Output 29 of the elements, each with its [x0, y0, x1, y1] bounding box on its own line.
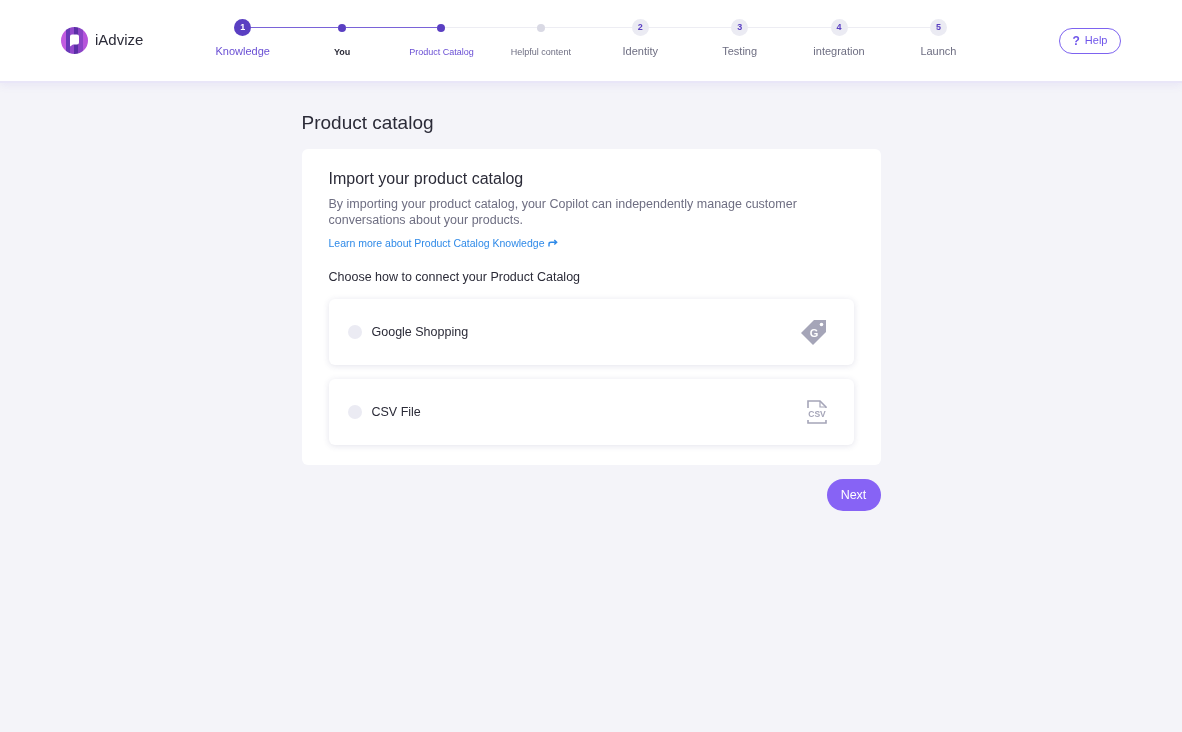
- connection-option[interactable]: Google Shopping G: [328, 299, 854, 365]
- brand-name: iAdvize: [95, 30, 144, 51]
- learn-more-link[interactable]: Learn more about Product Catalog Knowledge: [328, 236, 559, 250]
- options-heading: Choose how to connect your Product Catalog: [328, 269, 582, 286]
- step-label: Identity: [622, 43, 658, 59]
- logo-icon: [61, 27, 88, 54]
- step-label: integration: [813, 43, 865, 59]
- step-label: Launch: [920, 43, 957, 59]
- step-label: You: [333, 45, 351, 59]
- step-label: Helpful content: [510, 45, 571, 59]
- help-button[interactable]: ? Help: [1059, 27, 1121, 54]
- option-label: Google Shopping: [371, 323, 469, 341]
- card-description: By importing your product catalog, your Copilot can independently manage customer conversations about your products.: [328, 196, 798, 228]
- card-title: Import your product catalog: [328, 169, 525, 189]
- page-title: Product catalog: [301, 111, 435, 135]
- step-number: 4: [830, 19, 848, 36]
- step-label: Knowledge: [215, 43, 270, 59]
- step-label: Testing: [722, 43, 758, 59]
- next-button[interactable]: Next: [826, 479, 881, 511]
- share-arrow-icon: [548, 239, 559, 247]
- step-number: 1: [234, 19, 252, 36]
- step-number: 3: [731, 19, 749, 36]
- connection-option[interactable]: CSV File CSV: [328, 379, 854, 445]
- option-label: CSV File: [371, 403, 421, 421]
- step-number: 2: [631, 19, 649, 36]
- help-icon: ?: [1072, 31, 1080, 50]
- step-label: Product Catalog: [409, 45, 474, 59]
- step-number: 5: [929, 19, 947, 36]
- price-tag-icon: G: [799, 318, 828, 346]
